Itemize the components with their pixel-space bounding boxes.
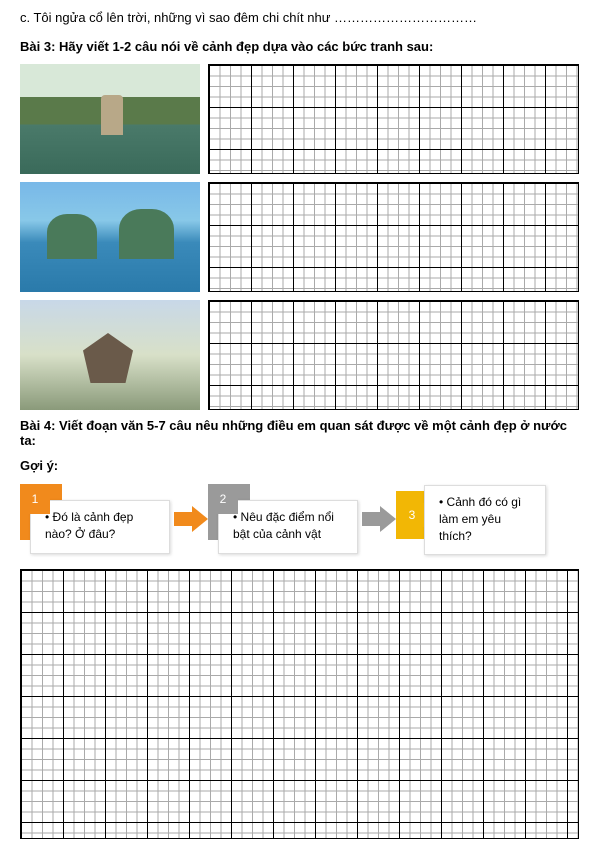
hint-block-2: 2 Nêu đặc điểm nổi bật của cảnh vật bbox=[208, 484, 358, 554]
hint-text-1: Đó là cảnh đẹp nào? Ở đâu? bbox=[45, 509, 159, 543]
photo-hoan-kiem-lake bbox=[20, 64, 200, 174]
hint-card-2: Nêu đặc điểm nổi bật của cảnh vật bbox=[218, 500, 358, 554]
writing-grid-2[interactable] bbox=[208, 182, 579, 292]
arrow-icon-2 bbox=[362, 509, 392, 529]
question-c-line: c. Tôi ngửa cổ lên trời, những vì sao đê… bbox=[20, 10, 579, 25]
hints-row: 1 Đó là cảnh đẹp nào? Ở đâu? 2 Nêu đặc đ… bbox=[20, 483, 579, 555]
arrow-icon-1 bbox=[174, 509, 204, 529]
hint-block-3: 3 Cảnh đó có gì làm em yêu thích? bbox=[396, 483, 546, 555]
goiy-label: Gợi ý: bbox=[20, 458, 579, 473]
writing-grid-1[interactable] bbox=[208, 64, 579, 174]
hint-card-3: Cảnh đó có gì làm em yêu thích? bbox=[424, 485, 546, 555]
hint-block-1: 1 Đó là cảnh đẹp nào? Ở đâu? bbox=[20, 484, 170, 554]
bai3-heading: Bài 3: Hãy viết 1-2 câu nói về cảnh đẹp … bbox=[20, 39, 579, 54]
hint-text-3: Cảnh đó có gì làm em yêu thích? bbox=[439, 494, 535, 544]
image-row-1 bbox=[20, 64, 579, 174]
hint-num-1: 1 bbox=[20, 484, 50, 514]
writing-grid-large[interactable] bbox=[20, 569, 579, 839]
writing-grid-3[interactable] bbox=[208, 300, 579, 410]
hint-num-3: 3 bbox=[400, 503, 424, 527]
image-row-3 bbox=[20, 300, 579, 410]
hint-card-1: Đó là cảnh đẹp nào? Ở đâu? bbox=[30, 500, 170, 554]
image-row-2 bbox=[20, 182, 579, 292]
photo-one-pillar-pagoda bbox=[20, 300, 200, 410]
bai4-heading: Bài 4: Viết đoạn văn 5-7 câu nêu những đ… bbox=[20, 418, 579, 448]
hint-text-2: Nêu đặc điểm nổi bật của cảnh vật bbox=[233, 509, 347, 543]
photo-ha-long-bay bbox=[20, 182, 200, 292]
hint-num-2: 2 bbox=[208, 484, 238, 514]
